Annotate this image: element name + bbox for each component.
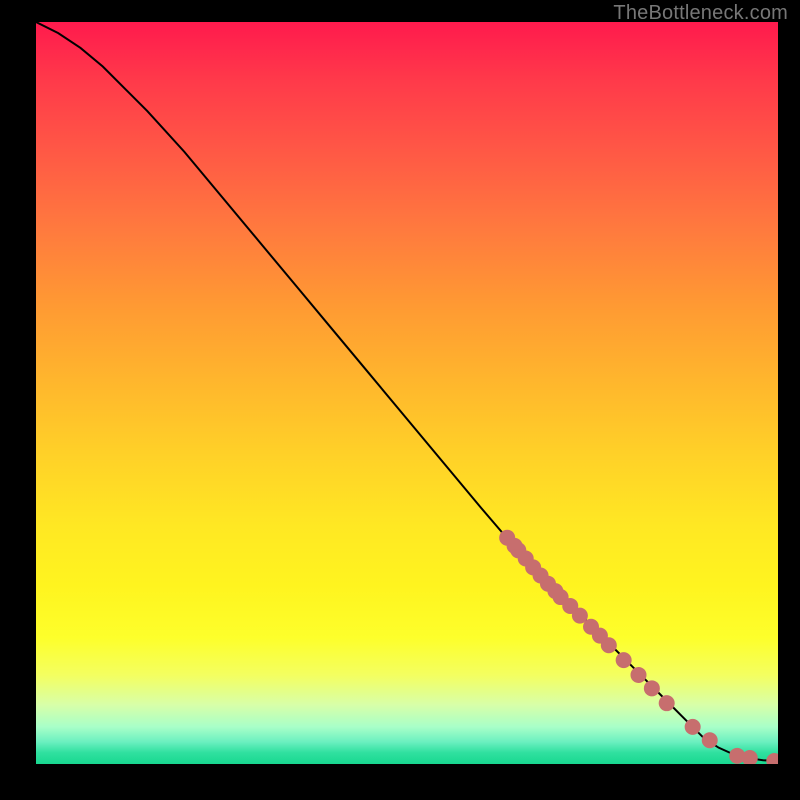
data-marker bbox=[659, 695, 675, 711]
data-marker bbox=[616, 652, 632, 668]
data-marker bbox=[702, 732, 718, 748]
data-marker bbox=[766, 753, 778, 764]
data-marker bbox=[601, 637, 617, 653]
data-marker bbox=[685, 719, 701, 735]
chart-svg bbox=[36, 22, 778, 764]
curve-line bbox=[36, 22, 778, 761]
data-marker bbox=[644, 680, 660, 696]
data-marker bbox=[631, 667, 647, 683]
attribution-text: TheBottleneck.com bbox=[613, 2, 788, 25]
data-markers bbox=[499, 530, 778, 764]
chart-frame: TheBottleneck.com bbox=[0, 0, 800, 800]
plot-area bbox=[36, 22, 778, 764]
